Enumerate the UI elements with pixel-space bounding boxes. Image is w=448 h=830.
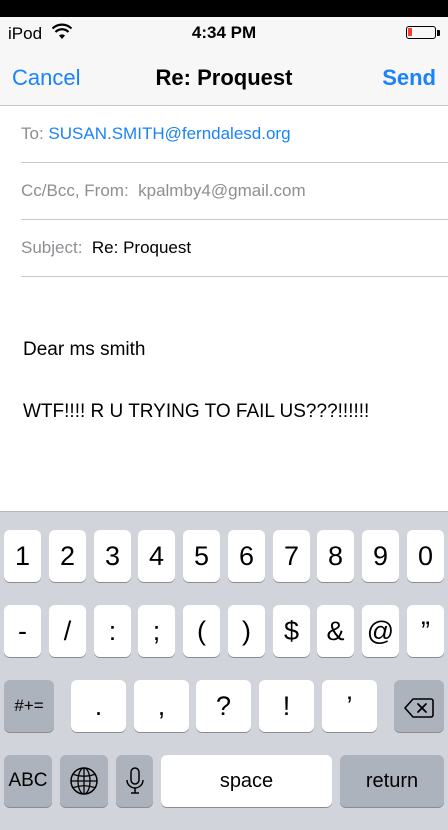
backspace-icon xyxy=(394,680,444,726)
to-recipient[interactable]: SUSAN.SMITH@ferndalesd.org xyxy=(48,124,290,143)
key-dollar[interactable]: $ xyxy=(273,605,310,657)
cc-bcc-from-label: Cc/Bcc, From: xyxy=(21,181,129,200)
navigation-bar: Cancel Re: Proquest Send xyxy=(0,50,448,106)
key-semicolon[interactable]: ; xyxy=(138,605,175,657)
key-9[interactable]: 9 xyxy=(362,530,399,582)
key-open-paren[interactable]: ( xyxy=(183,605,220,657)
message-body-line-1[interactable]: Dear ms smith xyxy=(23,339,145,361)
space-key[interactable]: space xyxy=(161,755,332,807)
key-question[interactable]: ? xyxy=(196,680,251,732)
globe-icon xyxy=(60,755,108,803)
from-address[interactable]: kpalmby4@gmail.com xyxy=(138,181,305,200)
key-exclamation[interactable]: ! xyxy=(259,680,314,732)
abc-key[interactable]: ABC xyxy=(4,755,52,807)
key-6[interactable]: 6 xyxy=(228,530,265,582)
dictation-key[interactable] xyxy=(116,755,153,807)
key-colon[interactable]: : xyxy=(94,605,131,657)
key-7[interactable]: 7 xyxy=(273,530,310,582)
to-label: To: xyxy=(21,124,44,143)
send-button[interactable]: Send xyxy=(382,65,436,91)
status-bar: iPod 4:34 PM xyxy=(0,17,448,50)
key-close-paren[interactable]: ) xyxy=(228,605,265,657)
key-comma[interactable]: , xyxy=(134,680,189,732)
subject-field[interactable]: Subject: Re: Proquest xyxy=(21,220,448,277)
page-title: Re: Proquest xyxy=(155,65,293,90)
key-8[interactable]: 8 xyxy=(317,530,354,582)
key-hyphen[interactable]: - xyxy=(4,605,41,657)
key-3[interactable]: 3 xyxy=(94,530,131,582)
key-period[interactable]: . xyxy=(71,680,126,732)
to-field[interactable]: To: SUSAN.SMITH@ferndalesd.org xyxy=(21,106,448,163)
compose-screen: iPod 4:34 PM Cancel Re: Proquest Send To… xyxy=(0,17,448,830)
battery-icon xyxy=(406,26,436,39)
microphone-icon xyxy=(116,755,153,803)
battery-tip xyxy=(437,30,440,36)
return-key[interactable]: return xyxy=(340,755,444,807)
key-ampersand[interactable]: & xyxy=(317,605,354,657)
key-apostrophe[interactable]: ’ xyxy=(322,680,377,732)
delete-key[interactable] xyxy=(394,680,444,732)
key-slash[interactable]: / xyxy=(49,605,86,657)
keyboard: 1 2 3 4 5 6 7 8 9 0 - / : ; ( ) $ & @ ” … xyxy=(0,511,448,830)
cc-bcc-from-field[interactable]: Cc/Bcc, From: kpalmby4@gmail.com xyxy=(21,163,448,220)
symbols-toggle-key[interactable]: #+= xyxy=(4,680,54,732)
subject-input[interactable]: Re: Proquest xyxy=(92,238,191,257)
key-quote[interactable]: ” xyxy=(407,605,444,657)
key-5[interactable]: 5 xyxy=(183,530,220,582)
key-2[interactable]: 2 xyxy=(49,530,86,582)
subject-label: Subject: xyxy=(21,238,83,257)
key-1[interactable]: 1 xyxy=(4,530,41,582)
key-4[interactable]: 4 xyxy=(138,530,175,582)
globe-key[interactable] xyxy=(60,755,108,807)
status-time: 4:34 PM xyxy=(191,23,257,42)
message-body-line-2[interactable]: WTF!!!! R U TRYING TO FAIL US???!!!!!! xyxy=(23,401,369,423)
key-0[interactable]: 0 xyxy=(407,530,444,582)
compose-area: To: SUSAN.SMITH@ferndalesd.org Cc/Bcc, F… xyxy=(0,106,448,511)
key-at[interactable]: @ xyxy=(362,605,399,657)
